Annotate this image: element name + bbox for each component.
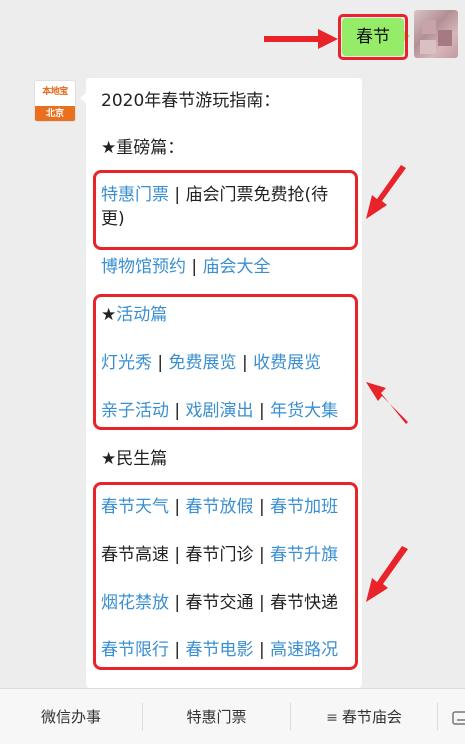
menu-item-temple-fair[interactable]: ≡ 春节庙会 [291, 689, 437, 744]
link-temple-fair-list[interactable]: 庙会大全 [203, 257, 271, 277]
menu-item-special-tickets[interactable]: 特惠门票 [143, 689, 290, 744]
keyboard-icon [452, 710, 465, 725]
avatar-pixel [438, 30, 452, 46]
avatar-pixel [422, 20, 436, 34]
menu-item-temple-fair-label: 春节庙会 [341, 708, 402, 726]
message-title: 2020年春节游玩指南： [101, 91, 281, 111]
annotation-arrow-up-left [366, 165, 406, 219]
account-logo: 本地宝 [42, 87, 68, 97]
avatar-pixel [420, 40, 436, 54]
account-avatar[interactable]: 本地宝 北京 [34, 80, 76, 122]
annotation-arrow-up-left-2 [366, 546, 408, 602]
bottom-menu: 微信办事 特惠门票 ≡ 春节庙会 [0, 688, 465, 744]
menu-lines-icon: ≡ [326, 710, 338, 726]
annotation-frame-outgoing [338, 14, 408, 60]
keyboard-toggle[interactable] [438, 689, 465, 744]
annotation-frame-tickets [93, 170, 358, 250]
annotation-frame-livelihood [93, 482, 358, 670]
chat-area: 春节 本地宝 北京 2020年春节游玩指南： ★重磅篇： 特惠门票 | 庙会门票… [0, 0, 465, 688]
account-city-label: 北京 [35, 106, 75, 121]
row-museum: 博物馆预约 | 庙会大全 [101, 255, 271, 279]
annotation-arrow-down-left [366, 382, 408, 424]
user-avatar[interactable] [414, 10, 458, 58]
annotation-arrow-right [264, 29, 338, 49]
menu-item-wechat-services[interactable]: 微信办事 [0, 689, 142, 744]
annotation-frame-activities [93, 294, 358, 430]
section-heading-livelihood: ★民生篇 [101, 449, 168, 469]
section-heading-featured: ★重磅篇： [101, 138, 185, 158]
separator: | [186, 257, 203, 277]
link-museum-booking[interactable]: 博物馆预约 [101, 257, 186, 277]
